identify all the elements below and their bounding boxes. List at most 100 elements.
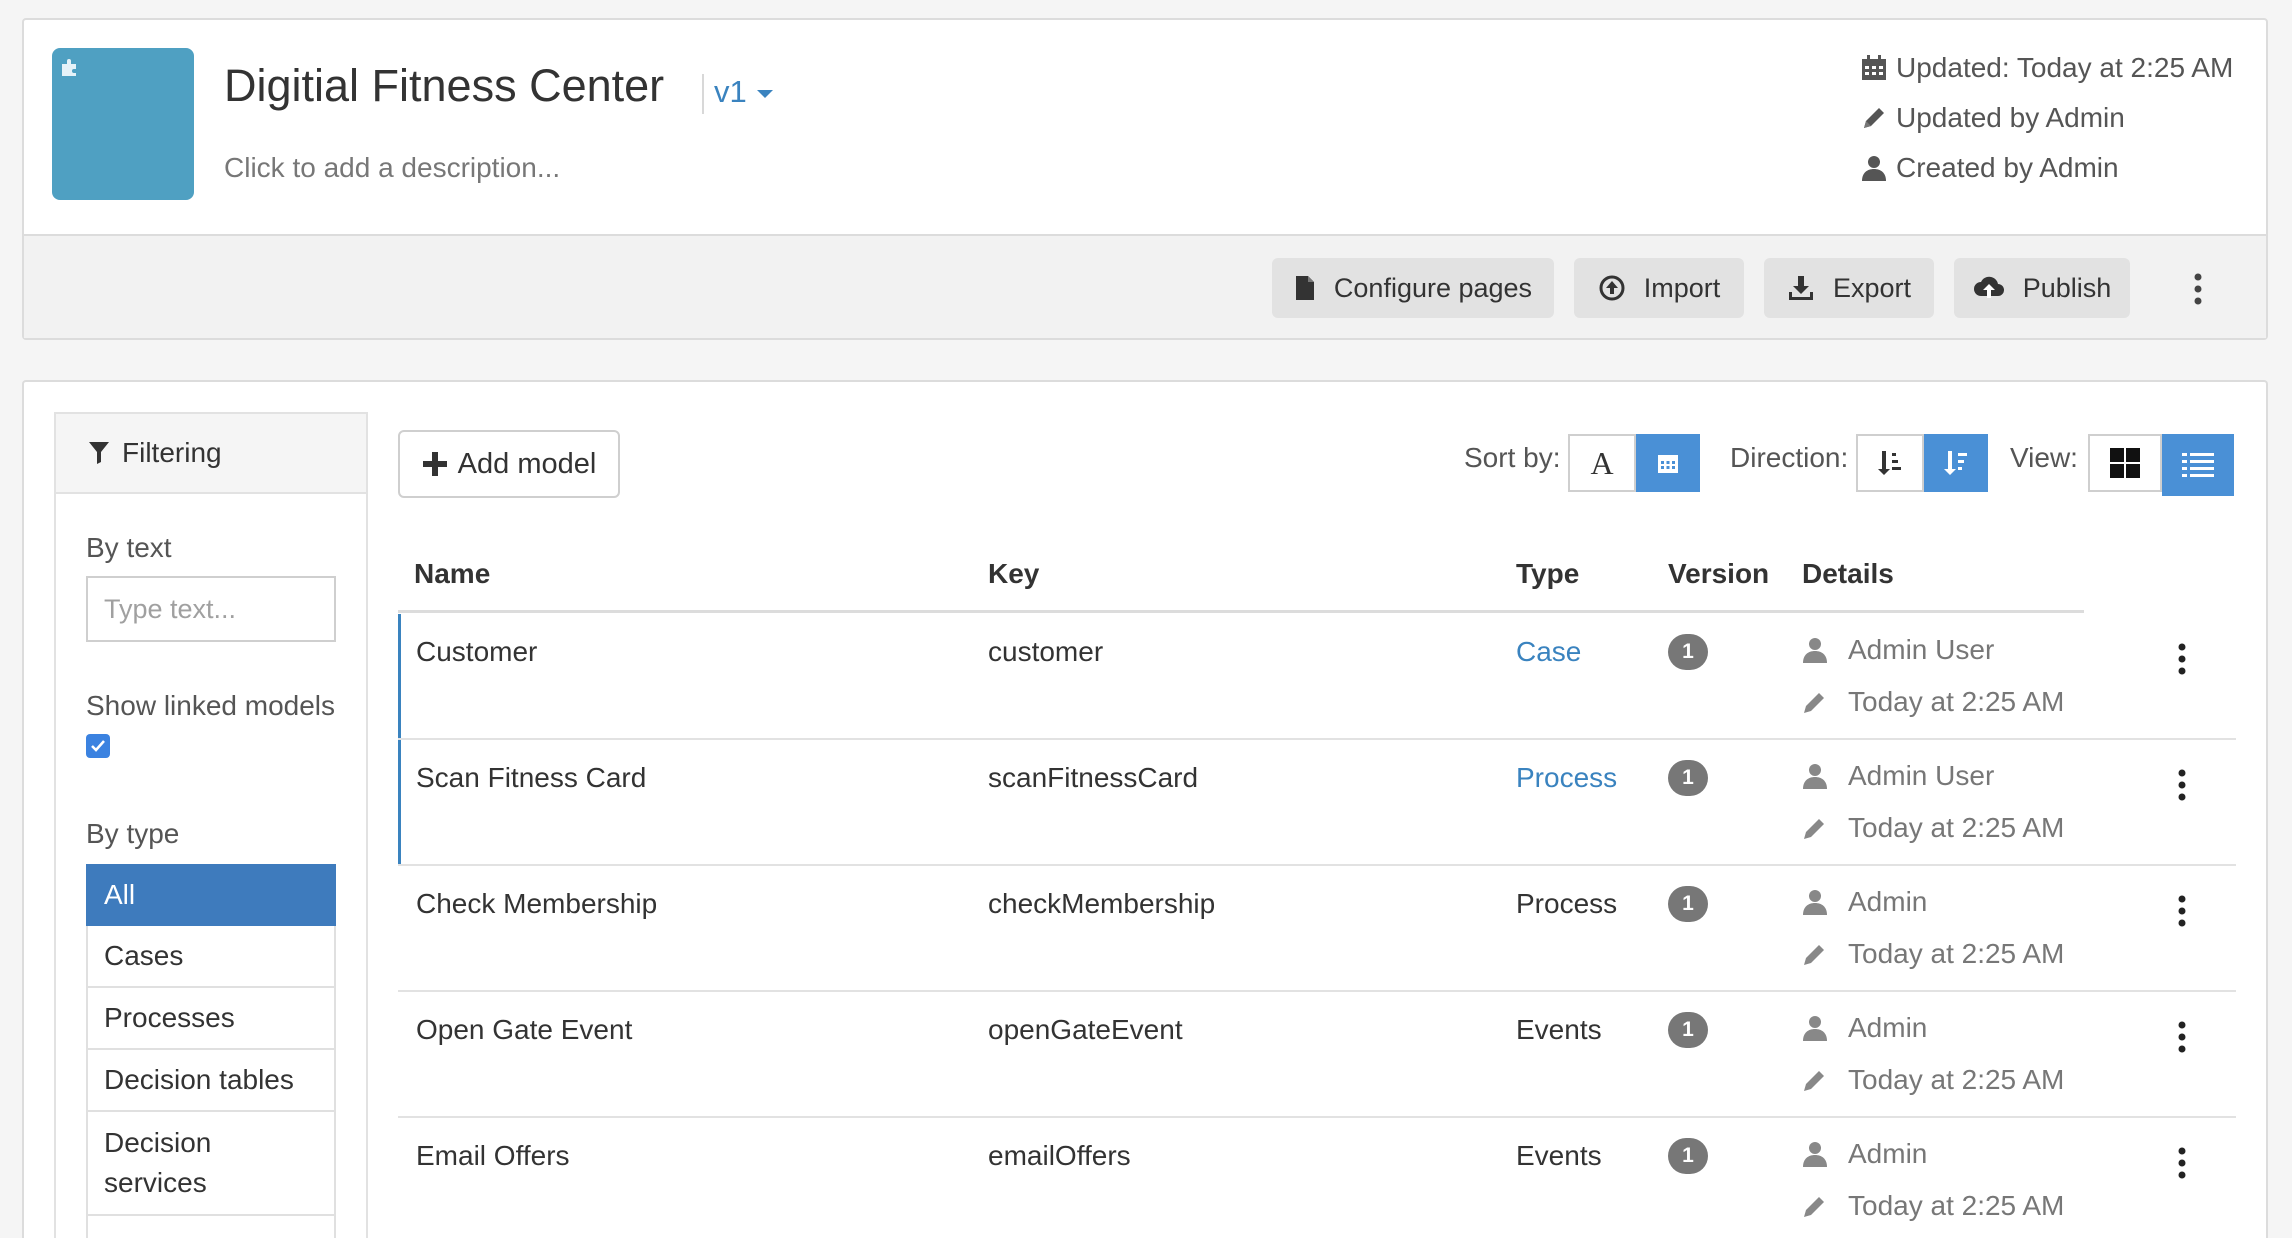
upload-circle-icon	[1599, 275, 1625, 301]
row-more-options-icon[interactable]	[2170, 894, 2194, 928]
detail-time: Today at 2:25 AM	[1802, 938, 2064, 970]
row-more-options-icon[interactable]	[2170, 642, 2194, 676]
meta-updated-by: Updated by Admin	[1860, 102, 2125, 134]
show-linked-checkbox[interactable]	[86, 734, 110, 758]
model-name[interactable]: Check Membership	[416, 888, 657, 920]
column-header-key[interactable]: Key	[988, 558, 1039, 590]
detail-time-text: Today at 2:25 AM	[1848, 1064, 2065, 1095]
import-label: Import	[1643, 272, 1721, 303]
model-type: Process	[1516, 888, 1618, 919]
import-button[interactable]: Import	[1574, 258, 1744, 318]
app-thumbnail	[52, 48, 194, 200]
user-icon	[1862, 156, 1886, 181]
sort-descending-icon	[1944, 451, 1967, 475]
row-divider	[398, 738, 2236, 740]
text-filter-input[interactable]	[86, 576, 336, 642]
row-divider	[398, 864, 2236, 866]
user-icon	[1803, 1016, 1827, 1041]
pencil-icon	[1804, 1197, 1824, 1217]
model-name[interactable]: Email Offers	[416, 1140, 570, 1172]
configure-pages-button[interactable]: Configure pages	[1272, 258, 1554, 318]
model-key: scanFitnessCard	[988, 762, 1199, 793]
detail-time: Today at 2:25 AM	[1802, 686, 2064, 718]
detail-time-text: Today at 2:25 AM	[1848, 812, 2065, 843]
app-description[interactable]: Click to add a description...	[224, 152, 560, 184]
row-more-options-icon[interactable]	[2170, 1020, 2194, 1054]
type-filter-more[interactable]	[86, 1216, 336, 1238]
pencil-icon	[1804, 945, 1824, 965]
filter-header: Filtering	[56, 414, 366, 494]
type-filter-decision-services[interactable]: Decision services	[86, 1112, 336, 1216]
version-badge: 1	[1668, 1012, 1708, 1048]
model-key: emailOffers	[988, 1140, 1131, 1171]
column-header-type[interactable]: Type	[1516, 558, 1579, 590]
model-type: Events	[1516, 1014, 1602, 1045]
pencil-icon	[1864, 108, 1884, 128]
row-more-options-icon[interactable]	[2170, 768, 2194, 802]
detail-time-text: Today at 2:25 AM	[1848, 686, 2065, 717]
meta-created-by: Created by Admin	[1860, 152, 2119, 184]
detail-user: Admin User	[1802, 634, 1994, 666]
version-dropdown[interactable]: v1	[714, 74, 773, 110]
sort-date-button[interactable]	[1636, 434, 1700, 492]
type-filter-cases[interactable]: Cases	[86, 926, 336, 988]
model-type-link[interactable]: Process	[1516, 762, 1617, 794]
more-options-icon[interactable]	[2186, 272, 2210, 306]
type-filter-processes[interactable]: Processes	[86, 988, 336, 1050]
filter-icon	[89, 442, 109, 464]
user-icon	[1803, 890, 1827, 915]
model-name[interactable]: Customer	[416, 636, 537, 668]
detail-time-text: Today at 2:25 AM	[1848, 938, 2065, 969]
plus-icon	[422, 452, 447, 476]
calendar-icon	[1862, 55, 1886, 80]
model-name[interactable]: Open Gate Event	[416, 1014, 632, 1046]
list-view-button[interactable]	[2162, 434, 2234, 496]
grid-view-button[interactable]	[2088, 434, 2162, 492]
direction-descending-button[interactable]	[1924, 434, 1988, 492]
meta-created-by-text: Created by Admin	[1896, 152, 2119, 183]
version-divider	[702, 74, 704, 114]
meta-updated: Updated: Today at 2:25 AM	[1860, 52, 2233, 84]
version-badge: 1	[1668, 634, 1708, 670]
app-title[interactable]: Digitial Fitness Center	[224, 60, 664, 112]
detail-time-text: Today at 2:25 AM	[1848, 1190, 2065, 1221]
add-model-button[interactable]: Add model	[398, 430, 620, 498]
row-more-options-icon[interactable]	[2170, 1146, 2194, 1180]
version-label: v1	[714, 74, 747, 109]
user-icon	[1803, 764, 1827, 789]
direction-label: Direction:	[1730, 442, 1849, 473]
detail-user: Admin User	[1802, 760, 1994, 792]
column-header-name[interactable]: Name	[414, 558, 490, 590]
direction-ascending-button[interactable]	[1856, 434, 1924, 492]
type-filter-decision-tables[interactable]: Decision tables	[86, 1050, 336, 1112]
detail-user-text: Admin User	[1848, 634, 1995, 665]
pencil-icon	[1804, 819, 1824, 839]
export-button[interactable]: Export	[1764, 258, 1934, 318]
puzzle-icon	[62, 59, 76, 76]
meta-updated-by-text: Updated by Admin	[1896, 102, 2125, 133]
model-type-link[interactable]: Case	[1516, 636, 1581, 668]
view-label: View:	[2010, 442, 2078, 473]
file-icon	[1295, 276, 1314, 300]
detail-user-text: Admin	[1848, 1012, 1928, 1043]
row-divider	[398, 1116, 2236, 1118]
column-header-version[interactable]: Version	[1668, 558, 1769, 590]
detail-user-text: Admin	[1848, 886, 1928, 917]
model-key: openGateEvent	[988, 1014, 1183, 1045]
publish-button[interactable]: Publish	[1954, 258, 2130, 318]
meta-updated-text: Updated: Today at 2:25 AM	[1896, 52, 2234, 83]
sort-ascending-icon	[1878, 451, 1901, 475]
detail-user: Admin	[1802, 1138, 1927, 1170]
type-filter-all[interactable]: All	[86, 864, 336, 926]
check-icon	[91, 740, 105, 752]
detail-time: Today at 2:25 AM	[1802, 812, 2064, 844]
model-name[interactable]: Scan Fitness Card	[416, 762, 646, 794]
detail-user: Admin	[1802, 1012, 1927, 1044]
show-linked-label: Show linked models	[86, 690, 336, 721]
row-accent-customer	[398, 614, 401, 738]
calendar-icon	[1658, 455, 1678, 473]
grid-icon	[2110, 448, 2140, 478]
detail-user-text: Admin User	[1848, 760, 1995, 791]
sort-alphabetical-button[interactable]: A	[1568, 434, 1636, 492]
row-accent-scan-fitness-card	[398, 740, 401, 864]
